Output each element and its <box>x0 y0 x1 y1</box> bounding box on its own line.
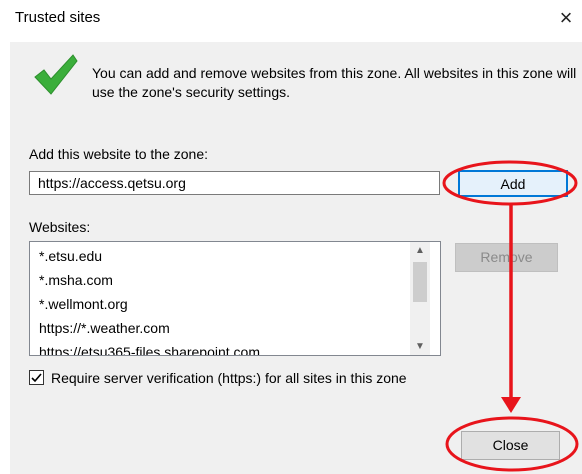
dialog-title: Trusted sites <box>15 9 101 26</box>
close-icon[interactable]: × <box>553 5 579 31</box>
add-button[interactable]: Add <box>458 170 568 197</box>
websites-list[interactable]: *.etsu.edu *.msha.com *.wellmont.org htt… <box>29 241 441 356</box>
checkmark-icon <box>34 54 78 95</box>
websites-label: Websites: <box>29 219 91 235</box>
require-https-label: Require server verification (https:) for… <box>51 370 407 386</box>
scroll-up-icon[interactable]: ▲ <box>410 242 430 259</box>
list-item[interactable]: *.msha.com <box>39 272 113 288</box>
list-item[interactable]: https://*.weather.com <box>39 320 170 336</box>
require-https-checkbox[interactable] <box>29 370 44 385</box>
scroll-down-icon[interactable]: ▼ <box>410 338 430 355</box>
info-message: You can add and remove websites from thi… <box>92 65 577 100</box>
scrollbar-thumb[interactable] <box>413 262 427 302</box>
list-item[interactable]: *.etsu.edu <box>39 248 102 264</box>
checkbox-check-icon <box>31 373 42 383</box>
list-scrollbar[interactable]: ▲ ▼ <box>410 242 430 355</box>
website-input[interactable] <box>29 171 440 195</box>
add-website-label: Add this website to the zone: <box>29 146 208 162</box>
close-button[interactable]: Close <box>461 431 560 460</box>
remove-button[interactable]: Remove <box>455 243 558 272</box>
title-bar: Trusted sites × <box>0 0 582 38</box>
list-item[interactable]: *.wellmont.org <box>39 296 128 312</box>
list-item[interactable]: https://etsu365-files.sharepoint.com <box>39 344 260 355</box>
